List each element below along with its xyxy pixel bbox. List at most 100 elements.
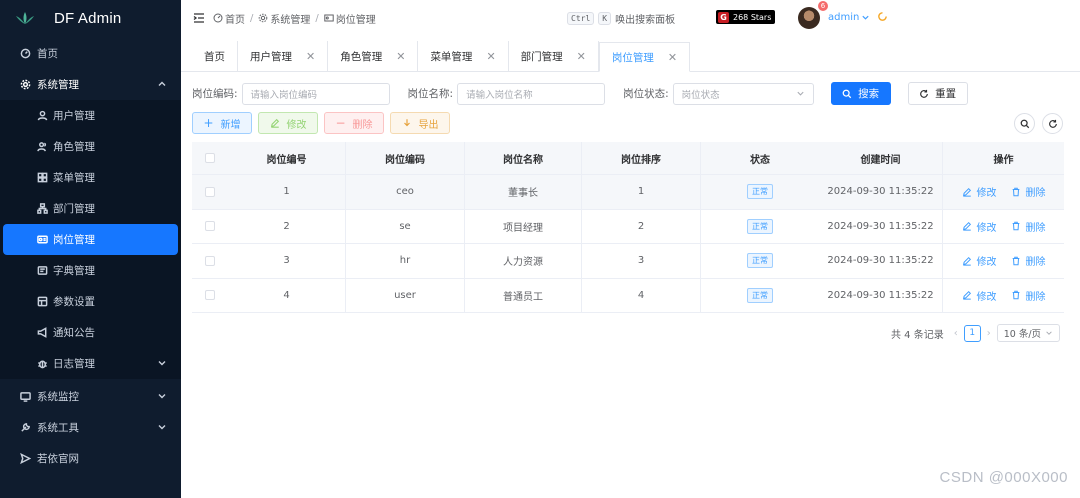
row-delete-button[interactable]: 删除 [1011,288,1046,303]
menu-item-tools[interactable]: 系统工具 [0,412,181,443]
menu-item-monitor[interactable]: 系统监控 [0,381,181,412]
row-checkbox[interactable] [192,221,228,232]
global-search-trigger[interactable]: Ctrl K 唤出搜索面板 [567,11,675,26]
export-button[interactable]: 导出 [390,112,450,134]
checkbox[interactable] [205,186,215,197]
page-number[interactable]: 1 [963,324,981,342]
chevron-down-icon [158,425,166,430]
row-edit-button[interactable]: 修改 [962,184,997,199]
post-name-input[interactable]: 请输入岗位名称 [457,82,606,105]
breadcrumb-home[interactable]: 首页 [225,11,245,26]
search-hint-text: 唤出搜索面板 [615,15,676,26]
row-delete-button[interactable]: 删除 [1011,184,1046,199]
table-row[interactable]: 4 user 普通员工 4 正常 2024-09-30 11:35:22 修改 … [192,278,1064,313]
trash-icon [1012,256,1019,265]
tab-menus[interactable]: 菜单管理 ✕ [418,41,509,71]
trash-icon [1012,291,1019,300]
sidebar-item-menus[interactable]: 菜单管理 [0,162,181,193]
cell-actions: 修改 删除 [943,219,1064,234]
settings-spinner-icon[interactable] [877,11,888,25]
next-page-icon[interactable]: › [987,328,991,339]
menu-item-official[interactable]: 若依官网 [0,443,181,474]
menu-label: 系统管理 [37,79,79,91]
row-delete-button[interactable]: 删除 [1011,219,1046,234]
reset-button[interactable]: 重置 [907,82,968,105]
total-count: 共 4 条记录 [891,329,944,341]
row-delete-label: 删除 [1025,222,1046,234]
tab-posts[interactable]: 岗位管理 ✕ [598,42,691,72]
avatar[interactable] [798,7,820,29]
close-icon[interactable]: ✕ [577,50,586,63]
sidebar-item-users[interactable]: 用户管理 [0,100,181,131]
sidebar-item-config[interactable]: 参数设置 [0,286,181,317]
row-checkbox[interactable] [192,186,228,197]
refresh-table-button[interactable] [1042,113,1063,134]
cell-status: 正常 [701,218,819,234]
sidebar-item-roles[interactable]: 角色管理 [0,131,181,162]
collapse-menu-icon[interactable] [193,12,205,24]
post-name-placeholder: 请输入岗位名称 [466,89,533,101]
post-code-placeholder: 请输入岗位编码 [250,89,318,101]
edit-button[interactable]: 修改 [258,112,318,134]
delete-button[interactable]: − 删除 [324,112,384,134]
close-icon[interactable]: ✕ [396,50,405,63]
close-icon[interactable]: ✕ [486,50,495,63]
cell-name: 普通员工 [465,278,582,312]
cell-actions: 修改 删除 [943,288,1064,303]
table-row[interactable]: 1 ceo 董事长 1 正常 2024-09-30 11:35:22 修改 删除 [192,175,1064,210]
checkbox[interactable] [205,290,215,301]
sidebar-item-label: 岗位管理 [53,234,95,246]
sidebar-item-posts[interactable]: 岗位管理 [3,224,178,255]
checkbox[interactable] [205,153,215,163]
user-name: admin [828,12,860,23]
sidebar-item-depts[interactable]: 部门管理 [0,193,181,224]
row-edit-button[interactable]: 修改 [962,253,997,268]
logo[interactable]: DF Admin [0,0,181,36]
sidebar-item-logs[interactable]: 日志管理 [0,348,181,379]
cell-code: se [346,209,465,243]
row-checkbox[interactable] [192,255,228,266]
breadcrumb-system[interactable]: 系统管理 [270,11,310,26]
sidebar-item-dict[interactable]: 字典管理 [0,255,181,286]
row-checkbox[interactable] [192,290,228,301]
tab-roles[interactable]: 角色管理 ✕ [328,41,419,71]
add-button[interactable]: + 新增 [192,112,252,134]
row-delete-button[interactable]: 删除 [1011,253,1046,268]
prev-page-icon[interactable]: ‹ [954,328,958,339]
github-stars-badge[interactable]: G 268 Stars [716,10,776,24]
cell-id: 4 [228,278,346,312]
row-edit-button[interactable]: 修改 [962,288,997,303]
sidebar-item-label: 部门管理 [53,203,95,215]
trash-icon [1012,222,1019,231]
kbd-ctrl: Ctrl [567,12,595,25]
close-icon[interactable]: ✕ [306,50,315,63]
cell-actions: 修改 删除 [943,184,1064,199]
row-edit-label: 修改 [976,257,997,269]
search-button[interactable]: 搜索 [830,82,891,105]
select-all-checkbox[interactable] [192,153,228,163]
chevron-down-icon [1045,331,1052,335]
submenu-system: 用户管理 角色管理 菜单管理 部门管理 岗位管理 字典管理 参数设置 通知公告 [0,100,181,379]
tab-depts[interactable]: 部门管理 ✕ [509,41,599,71]
toggle-search-button[interactable] [1014,113,1035,134]
user-menu[interactable]: admin [828,12,870,23]
col-header-id: 岗位编号 [228,142,346,174]
tab-home[interactable]: 首页 [192,41,238,71]
app-title: DF Admin [54,9,122,27]
page-size-select[interactable]: 10 条/页 [996,324,1060,342]
menu-item-system[interactable]: 系统管理 [0,69,181,100]
table-row[interactable]: 2 se 项目经理 2 正常 2024-09-30 11:35:22 修改 删除 [192,209,1064,244]
table-header-row: 岗位编号 岗位编码 岗位名称 岗位排序 状态 创建时间 操作 [192,142,1064,175]
checkbox[interactable] [205,221,215,232]
chevron-down-icon [158,394,166,399]
row-edit-button[interactable]: 修改 [962,219,997,234]
menu-item-home[interactable]: 首页 [0,38,181,69]
sidebar-item-notice[interactable]: 通知公告 [0,317,181,348]
post-status-select[interactable]: 岗位状态 [672,82,814,105]
close-icon[interactable]: ✕ [668,51,677,64]
checkbox[interactable] [205,255,215,266]
tab-users[interactable]: 用户管理 ✕ [238,41,329,71]
row-delete-label: 删除 [1025,291,1046,303]
table-row[interactable]: 3 hr 人力资源 3 正常 2024-09-30 11:35:22 修改 删除 [192,244,1064,279]
post-code-input[interactable]: 请输入岗位编码 [241,82,390,105]
